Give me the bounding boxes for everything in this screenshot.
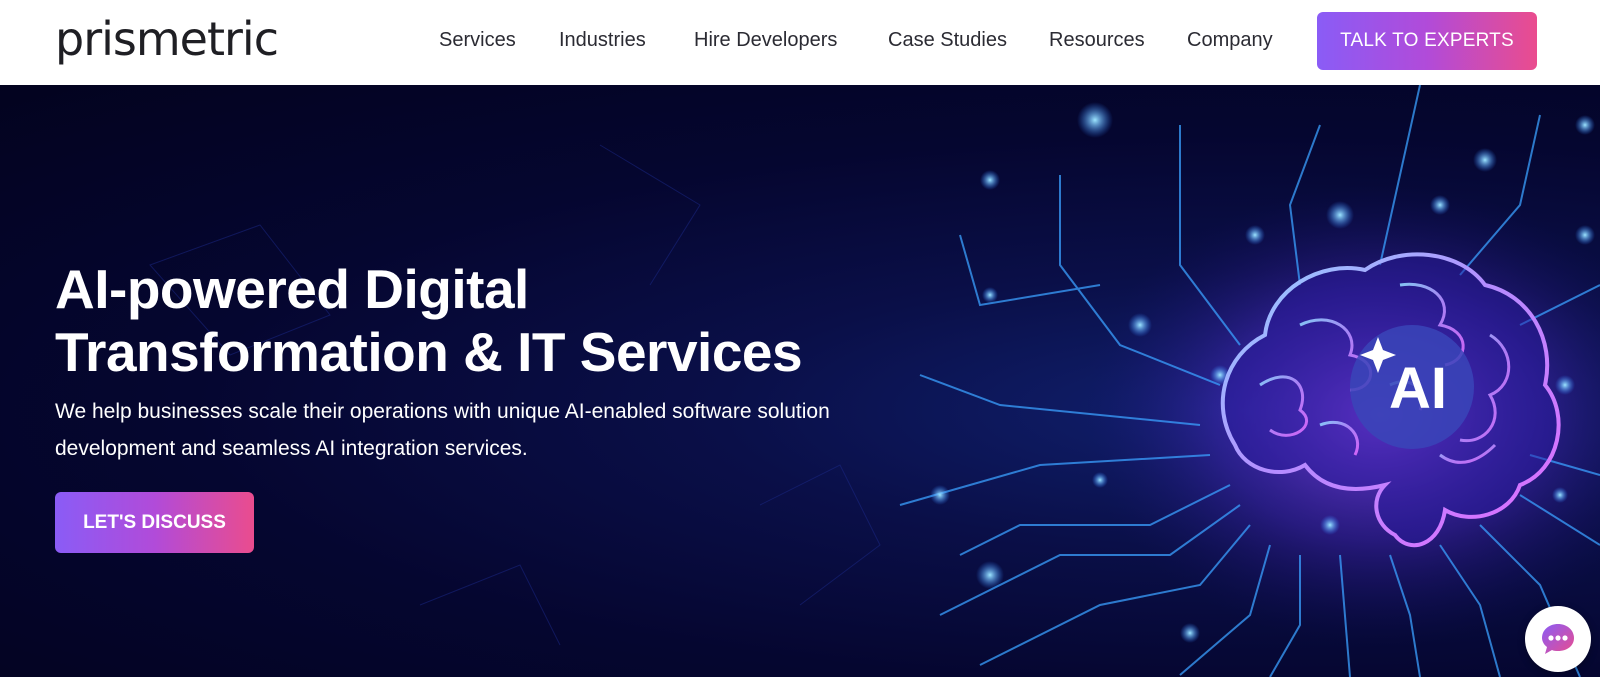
nav-item-resources[interactable]: Resources: [1049, 27, 1145, 53]
hero-title-line-1: AI-powered Digital: [55, 258, 529, 320]
nav-item-hire-developers[interactable]: Hire Developers: [694, 27, 837, 53]
site-header: prismetric Services Industries Hire Deve…: [0, 0, 1600, 85]
talk-to-experts-button[interactable]: TALK TO EXPERTS: [1317, 12, 1537, 70]
hero-title: AI-powered Digital Transformation & IT S…: [55, 258, 875, 384]
hero-subtitle-line-2: development and seamless AI integration …: [55, 437, 528, 460]
hero-title-line-2: Transformation & IT Services: [55, 321, 803, 383]
nav-item-company[interactable]: Company: [1187, 27, 1273, 53]
nav-item-industries[interactable]: Industries: [559, 27, 646, 53]
nav-item-services[interactable]: Services: [439, 27, 516, 53]
hero-section: AI AI-powered Digital Transformation & I…: [0, 85, 1600, 677]
chat-button[interactable]: [1525, 606, 1591, 672]
hero-subtitle: We help businesses scale their operation…: [55, 393, 895, 467]
ai-badge-text: AI: [1389, 356, 1447, 421]
nav-item-case-studies[interactable]: Case Studies: [888, 27, 1007, 53]
hero-subtitle-line-1: We help businesses scale their operation…: [55, 400, 830, 423]
chat-bubble-icon: [1542, 624, 1574, 654]
lets-discuss-button[interactable]: LET'S DISCUSS: [55, 492, 254, 553]
